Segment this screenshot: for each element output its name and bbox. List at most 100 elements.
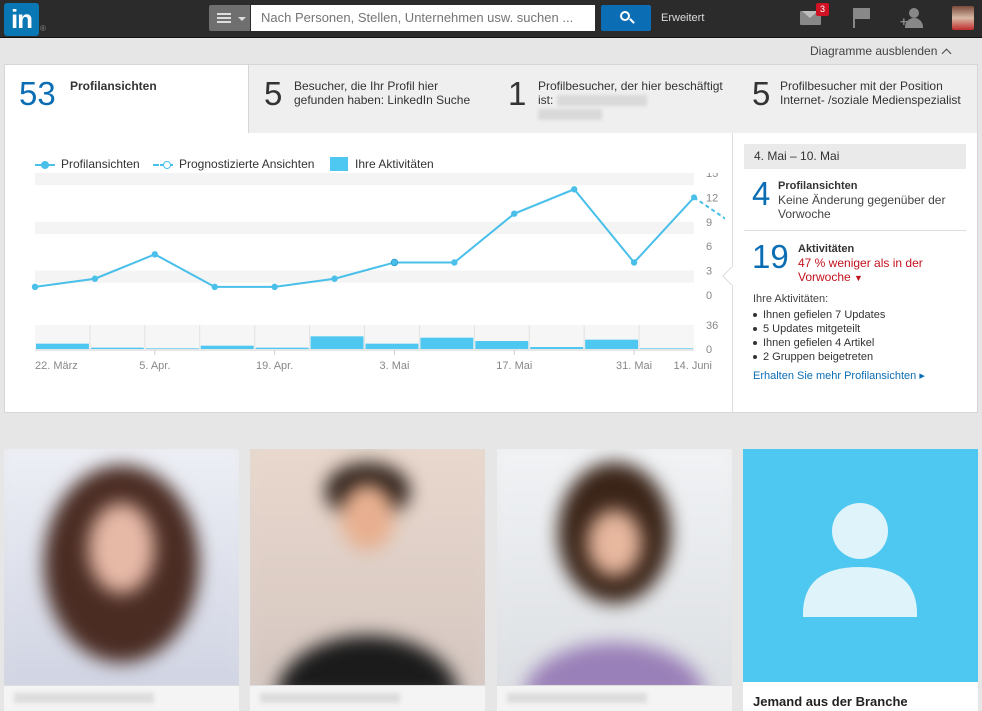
- x-tick-label: 14. Juni: [673, 360, 712, 372]
- viewer-name-redacted: [250, 685, 485, 711]
- list-item: 5 Updates mitgeteilt: [753, 322, 885, 336]
- messages-badge: 3: [816, 3, 829, 16]
- search-input[interactable]: [251, 5, 595, 31]
- x-tick-label: 3. Mai: [379, 360, 409, 372]
- more-views-link-label: Erhalten Sie mehr Profilansichten: [753, 370, 917, 382]
- views-point: [630, 259, 638, 266]
- views-point: [31, 283, 39, 291]
- x-tick-label: 31. Mai: [616, 360, 652, 372]
- advanced-search-link[interactable]: Erweitert: [661, 12, 704, 24]
- views-point: [511, 210, 518, 217]
- profile-views-panel: 53 Profilansichten 5 Besucher, die Ihr P…: [4, 64, 978, 413]
- activity-list-title: Ihre Aktivitäten:: [753, 293, 829, 305]
- legend-activity[interactable]: Ihre Aktivitäten: [330, 157, 434, 171]
- views-point: [91, 275, 99, 282]
- menu-icon[interactable]: [209, 5, 250, 31]
- redacted-company: [556, 95, 647, 107]
- list-item: Ihnen gefielen 7 Updates: [753, 308, 885, 322]
- views-point: [390, 258, 399, 267]
- blurred-photo: [250, 449, 485, 685]
- activity-bar: [475, 341, 529, 349]
- activity-bar: [640, 348, 693, 349]
- x-tick-label: 22. März: [35, 360, 78, 372]
- weekly-activity-title: Aktivitäten: [798, 243, 855, 255]
- activity-tick-label: 36: [706, 320, 718, 332]
- tab-profile-views[interactable]: 53 Profilansichten: [5, 65, 249, 133]
- weekly-views-count: 4: [752, 175, 771, 212]
- registered-mark: ®: [40, 24, 46, 33]
- chart-band: [35, 270, 694, 283]
- views-point: [570, 186, 578, 193]
- views-point: [331, 275, 338, 282]
- activity-list: Ihnen gefielen 7 Updates 5 Updates mitge…: [753, 308, 885, 364]
- tab-label: Profilbesucher mit der Position Internet…: [780, 79, 961, 107]
- weekly-views-title: Profilansichten: [778, 180, 858, 192]
- views-point: [271, 283, 278, 291]
- chevron-right-icon: ▸: [919, 370, 925, 382]
- activity-bar: [365, 343, 419, 349]
- tab-number: 5: [264, 75, 283, 112]
- blurred-photo: [4, 449, 239, 685]
- search-button[interactable]: [601, 5, 651, 31]
- activity-bar: [255, 347, 309, 349]
- caret-down-icon: ▼: [854, 273, 863, 283]
- weekly-activity-count: 19: [752, 238, 789, 275]
- chevron-up-icon: [941, 48, 952, 59]
- chart-band: [35, 221, 694, 234]
- viewer-card[interactable]: [497, 449, 732, 711]
- legend-views-label: Profilansichten: [61, 157, 140, 171]
- anonymous-viewer-caption: Jemand aus der Branche: [753, 694, 908, 709]
- tab-number: 53: [19, 75, 56, 112]
- y-tick-label: 15: [706, 173, 718, 180]
- blurred-photo: [497, 449, 732, 685]
- viewer-card[interactable]: [4, 449, 239, 711]
- top-nav-bar: in ® Erweitert 3 +: [0, 0, 982, 38]
- legend-views[interactable]: Profilansichten: [35, 157, 140, 171]
- linkedin-logo[interactable]: in: [4, 3, 39, 36]
- y-tick-label: 12: [706, 192, 718, 204]
- activity-bar: [200, 345, 254, 349]
- legend-forecast[interactable]: Prognostizierte Ansichten: [153, 157, 314, 171]
- activity-bar: [310, 336, 364, 349]
- date-range: 4. Mai – 10. Mai: [744, 144, 966, 169]
- more-views-link[interactable]: Erhalten Sie mehr Profilansichten ▸: [753, 369, 925, 382]
- tab-number: 5: [752, 75, 771, 112]
- views-point: [151, 251, 159, 258]
- tab-company-visitors[interactable]: 1 Profilbesucher, der hier beschäftigt i…: [494, 65, 737, 133]
- legend-activity-label: Ihre Aktivitäten: [355, 157, 434, 171]
- list-item: Ihnen gefielen 4 Artikel: [753, 336, 885, 350]
- weekly-activity-change: 47 % weniger als in der Vorwoche ▼: [798, 256, 938, 285]
- viewer-name-redacted: [497, 685, 732, 711]
- activity-bar: [90, 347, 144, 349]
- activity-bar: [36, 343, 89, 349]
- profile-avatar[interactable]: [952, 6, 974, 30]
- legend-forecast-label: Prognostizierte Ansichten: [179, 157, 315, 171]
- viewer-name-redacted: [4, 685, 239, 711]
- tab-role-visitors[interactable]: 5 Profilbesucher mit der Position Intern…: [738, 65, 977, 133]
- views-point: [451, 259, 458, 266]
- viewer-card[interactable]: [250, 449, 485, 711]
- add-connection-icon[interactable]: +: [900, 8, 924, 28]
- activity-bar: [145, 348, 199, 349]
- activity-bar: [530, 347, 584, 349]
- list-item: 2 Gruppen beigetreten: [753, 350, 885, 364]
- tab-label: Profilbesucher, der hier beschäftigt ist…: [538, 79, 733, 121]
- silhouette-icon: [743, 449, 978, 682]
- weekly-summary: 4. Mai – 10. Mai 4 Profilansichten Keine…: [722, 133, 977, 413]
- tab-number: 1: [508, 75, 527, 112]
- hide-charts-toggle[interactable]: Diagramme ausblenden: [810, 44, 952, 59]
- flag-icon[interactable]: [851, 8, 875, 28]
- redacted-company: [538, 109, 602, 121]
- profile-views-chart: 0369121503622. März 5. Apr. 19. Apr. 3. Mai…: [31, 173, 725, 372]
- x-tick-label: 19. Apr.: [256, 360, 293, 372]
- activity-tick-label: 0: [706, 344, 712, 356]
- divider: [744, 230, 966, 231]
- tab-label: Besucher, die Ihr Profil hier gefunden h…: [294, 79, 471, 107]
- anonymous-viewer-card[interactable]: Jemand aus der Branche: [743, 449, 978, 711]
- y-tick-label: 9: [706, 217, 712, 229]
- y-tick-label: 6: [706, 241, 712, 253]
- activity-bar: [585, 339, 639, 349]
- x-tick-label: 17. Mai: [496, 360, 532, 372]
- activity-bar: [420, 337, 474, 349]
- tab-search-visitors[interactable]: 5 Besucher, die Ihr Profil hier gefunden…: [250, 65, 493, 133]
